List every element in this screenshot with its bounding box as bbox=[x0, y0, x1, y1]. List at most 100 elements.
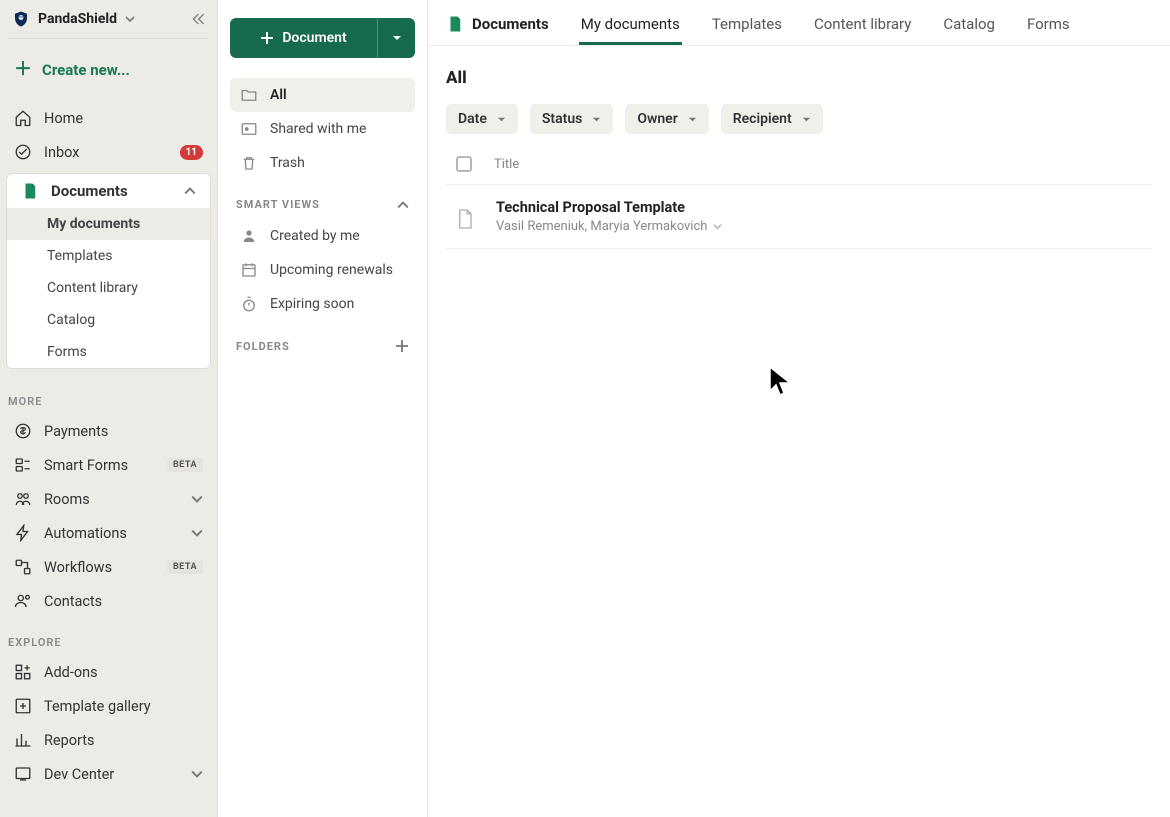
nav-automations[interactable]: Automations bbox=[0, 516, 217, 550]
nav-workflows[interactable]: Workflows BETA bbox=[0, 550, 217, 584]
tab-templates[interactable]: Templates bbox=[710, 6, 784, 45]
inbox-icon bbox=[14, 143, 32, 161]
nav-payments[interactable]: Payments bbox=[0, 414, 217, 448]
filter-status[interactable]: Status bbox=[530, 104, 613, 134]
rooms-icon bbox=[14, 490, 32, 508]
nav-forms[interactable]: Forms bbox=[7, 336, 210, 368]
shared-icon bbox=[240, 120, 258, 138]
chevron-down-icon bbox=[125, 14, 135, 24]
caret-down-icon bbox=[802, 115, 811, 124]
smart-expiring-soon[interactable]: Expiring soon bbox=[230, 287, 415, 321]
addons-icon bbox=[14, 663, 32, 681]
workspace-name: PandaShield bbox=[38, 11, 117, 27]
caret-down-icon bbox=[497, 115, 506, 124]
grid-header: Title bbox=[446, 134, 1152, 185]
documents-section-card: Documents My documents Templates Content… bbox=[6, 173, 211, 369]
plus-icon bbox=[260, 31, 274, 45]
explore-group-label: EXPLORE bbox=[0, 618, 217, 655]
caret-down-icon bbox=[592, 115, 601, 124]
row-subtitle: Vasil Remeniuk, Maryia Yermakovich bbox=[496, 219, 722, 234]
smart-created-by-me[interactable]: Created by me bbox=[230, 219, 415, 253]
nav-rooms[interactable]: Rooms bbox=[0, 482, 217, 516]
chevron-down-icon bbox=[191, 493, 203, 505]
new-document-button[interactable]: Document bbox=[230, 18, 377, 58]
filter-date[interactable]: Date bbox=[446, 104, 518, 134]
contacts-icon bbox=[14, 592, 32, 610]
new-document-label: Document bbox=[282, 30, 346, 46]
nav-documents[interactable]: Documents bbox=[7, 174, 210, 208]
tab-catalog[interactable]: Catalog bbox=[941, 6, 997, 45]
home-icon bbox=[14, 109, 32, 127]
row-body: Technical Proposal Template Vasil Remeni… bbox=[496, 199, 722, 234]
reports-icon bbox=[14, 731, 32, 749]
filter-bar: Date Status Owner Recipient bbox=[446, 104, 1152, 134]
view-shared-with-me[interactable]: Shared with me bbox=[230, 112, 415, 146]
workspace-switcher[interactable]: PandaShield bbox=[12, 10, 189, 28]
nav-catalog[interactable]: Catalog bbox=[7, 304, 210, 336]
more-group-label: MORE bbox=[0, 377, 217, 414]
template-gallery-icon bbox=[14, 697, 32, 715]
nav-reports[interactable]: Reports bbox=[0, 723, 217, 757]
document-icon bbox=[21, 182, 39, 200]
chevron-up-icon bbox=[397, 199, 409, 211]
nav-addons[interactable]: Add-ons bbox=[0, 655, 217, 689]
inbox-badge: 11 bbox=[180, 145, 203, 160]
smart-forms-icon bbox=[14, 456, 32, 474]
caret-down-icon bbox=[392, 33, 402, 43]
view-trash[interactable]: Trash bbox=[230, 146, 415, 180]
workspace-logo-icon bbox=[12, 10, 30, 28]
folder-icon bbox=[240, 86, 258, 104]
file-icon bbox=[456, 208, 474, 226]
add-folder-button[interactable] bbox=[395, 339, 409, 353]
table-row[interactable]: Technical Proposal Template Vasil Remeni… bbox=[446, 185, 1152, 249]
filter-recipient[interactable]: Recipient bbox=[721, 104, 823, 134]
plus-icon: ＋ bbox=[14, 61, 32, 79]
tab-my-documents[interactable]: My documents bbox=[579, 6, 682, 45]
beta-badge: BETA bbox=[167, 560, 203, 574]
stopwatch-icon bbox=[240, 295, 258, 313]
caret-down-icon bbox=[688, 115, 697, 124]
tab-forms[interactable]: Forms bbox=[1025, 6, 1072, 45]
smart-upcoming-renewals[interactable]: Upcoming renewals bbox=[230, 253, 415, 287]
view-all[interactable]: All bbox=[230, 78, 415, 112]
nav-dev-center[interactable]: Dev Center bbox=[0, 757, 217, 791]
nav-contacts[interactable]: Contacts bbox=[0, 584, 217, 618]
top-tabs: Documents My documents Templates Content… bbox=[428, 0, 1170, 46]
chevron-down-icon[interactable] bbox=[713, 222, 722, 231]
cursor-icon bbox=[768, 365, 794, 397]
create-new-button[interactable]: ＋ Create new... bbox=[0, 39, 217, 101]
folders-header: FOLDERS bbox=[230, 321, 415, 359]
select-all-checkbox[interactable] bbox=[456, 156, 472, 172]
automations-icon bbox=[14, 524, 32, 542]
nav-home[interactable]: Home bbox=[0, 101, 217, 135]
new-document-dropdown[interactable] bbox=[377, 18, 415, 58]
tab-documents[interactable]: Documents bbox=[444, 6, 551, 45]
dev-center-icon bbox=[14, 765, 32, 783]
beta-badge: BETA bbox=[167, 458, 203, 472]
nav-inbox-label: Inbox bbox=[44, 144, 79, 161]
nav-template-gallery[interactable]: Template gallery bbox=[0, 689, 217, 723]
chevron-down-icon bbox=[191, 527, 203, 539]
primary-sidebar: PandaShield ＋ Create new... Home Inbox 1… bbox=[0, 0, 218, 817]
page-title: All bbox=[446, 68, 1152, 88]
nav-templates[interactable]: Templates bbox=[7, 240, 210, 272]
nav-home-label: Home bbox=[44, 110, 83, 127]
smart-views-header[interactable]: SMART VIEWS bbox=[230, 180, 415, 217]
trash-icon bbox=[240, 154, 258, 172]
nav-smart-forms[interactable]: Smart Forms BETA bbox=[0, 448, 217, 482]
nav-documents-label: Documents bbox=[51, 182, 128, 200]
nav-my-documents[interactable]: My documents bbox=[7, 208, 210, 240]
secondary-sidebar: Document All Shared with me Trash SMART … bbox=[218, 0, 428, 817]
filter-owner[interactable]: Owner bbox=[625, 104, 708, 134]
nav-content-library[interactable]: Content library bbox=[7, 272, 210, 304]
row-title: Technical Proposal Template bbox=[496, 199, 722, 216]
new-document-split-button: Document bbox=[230, 18, 415, 58]
column-title: Title bbox=[494, 157, 519, 172]
main-content: Documents My documents Templates Content… bbox=[428, 0, 1170, 817]
tab-content-library[interactable]: Content library bbox=[812, 6, 913, 45]
document-icon bbox=[446, 15, 464, 33]
collapse-sidebar-icon[interactable] bbox=[189, 10, 207, 28]
calendar-icon bbox=[240, 261, 258, 279]
create-new-label: Create new... bbox=[42, 61, 130, 79]
nav-inbox[interactable]: Inbox 11 bbox=[0, 135, 217, 169]
